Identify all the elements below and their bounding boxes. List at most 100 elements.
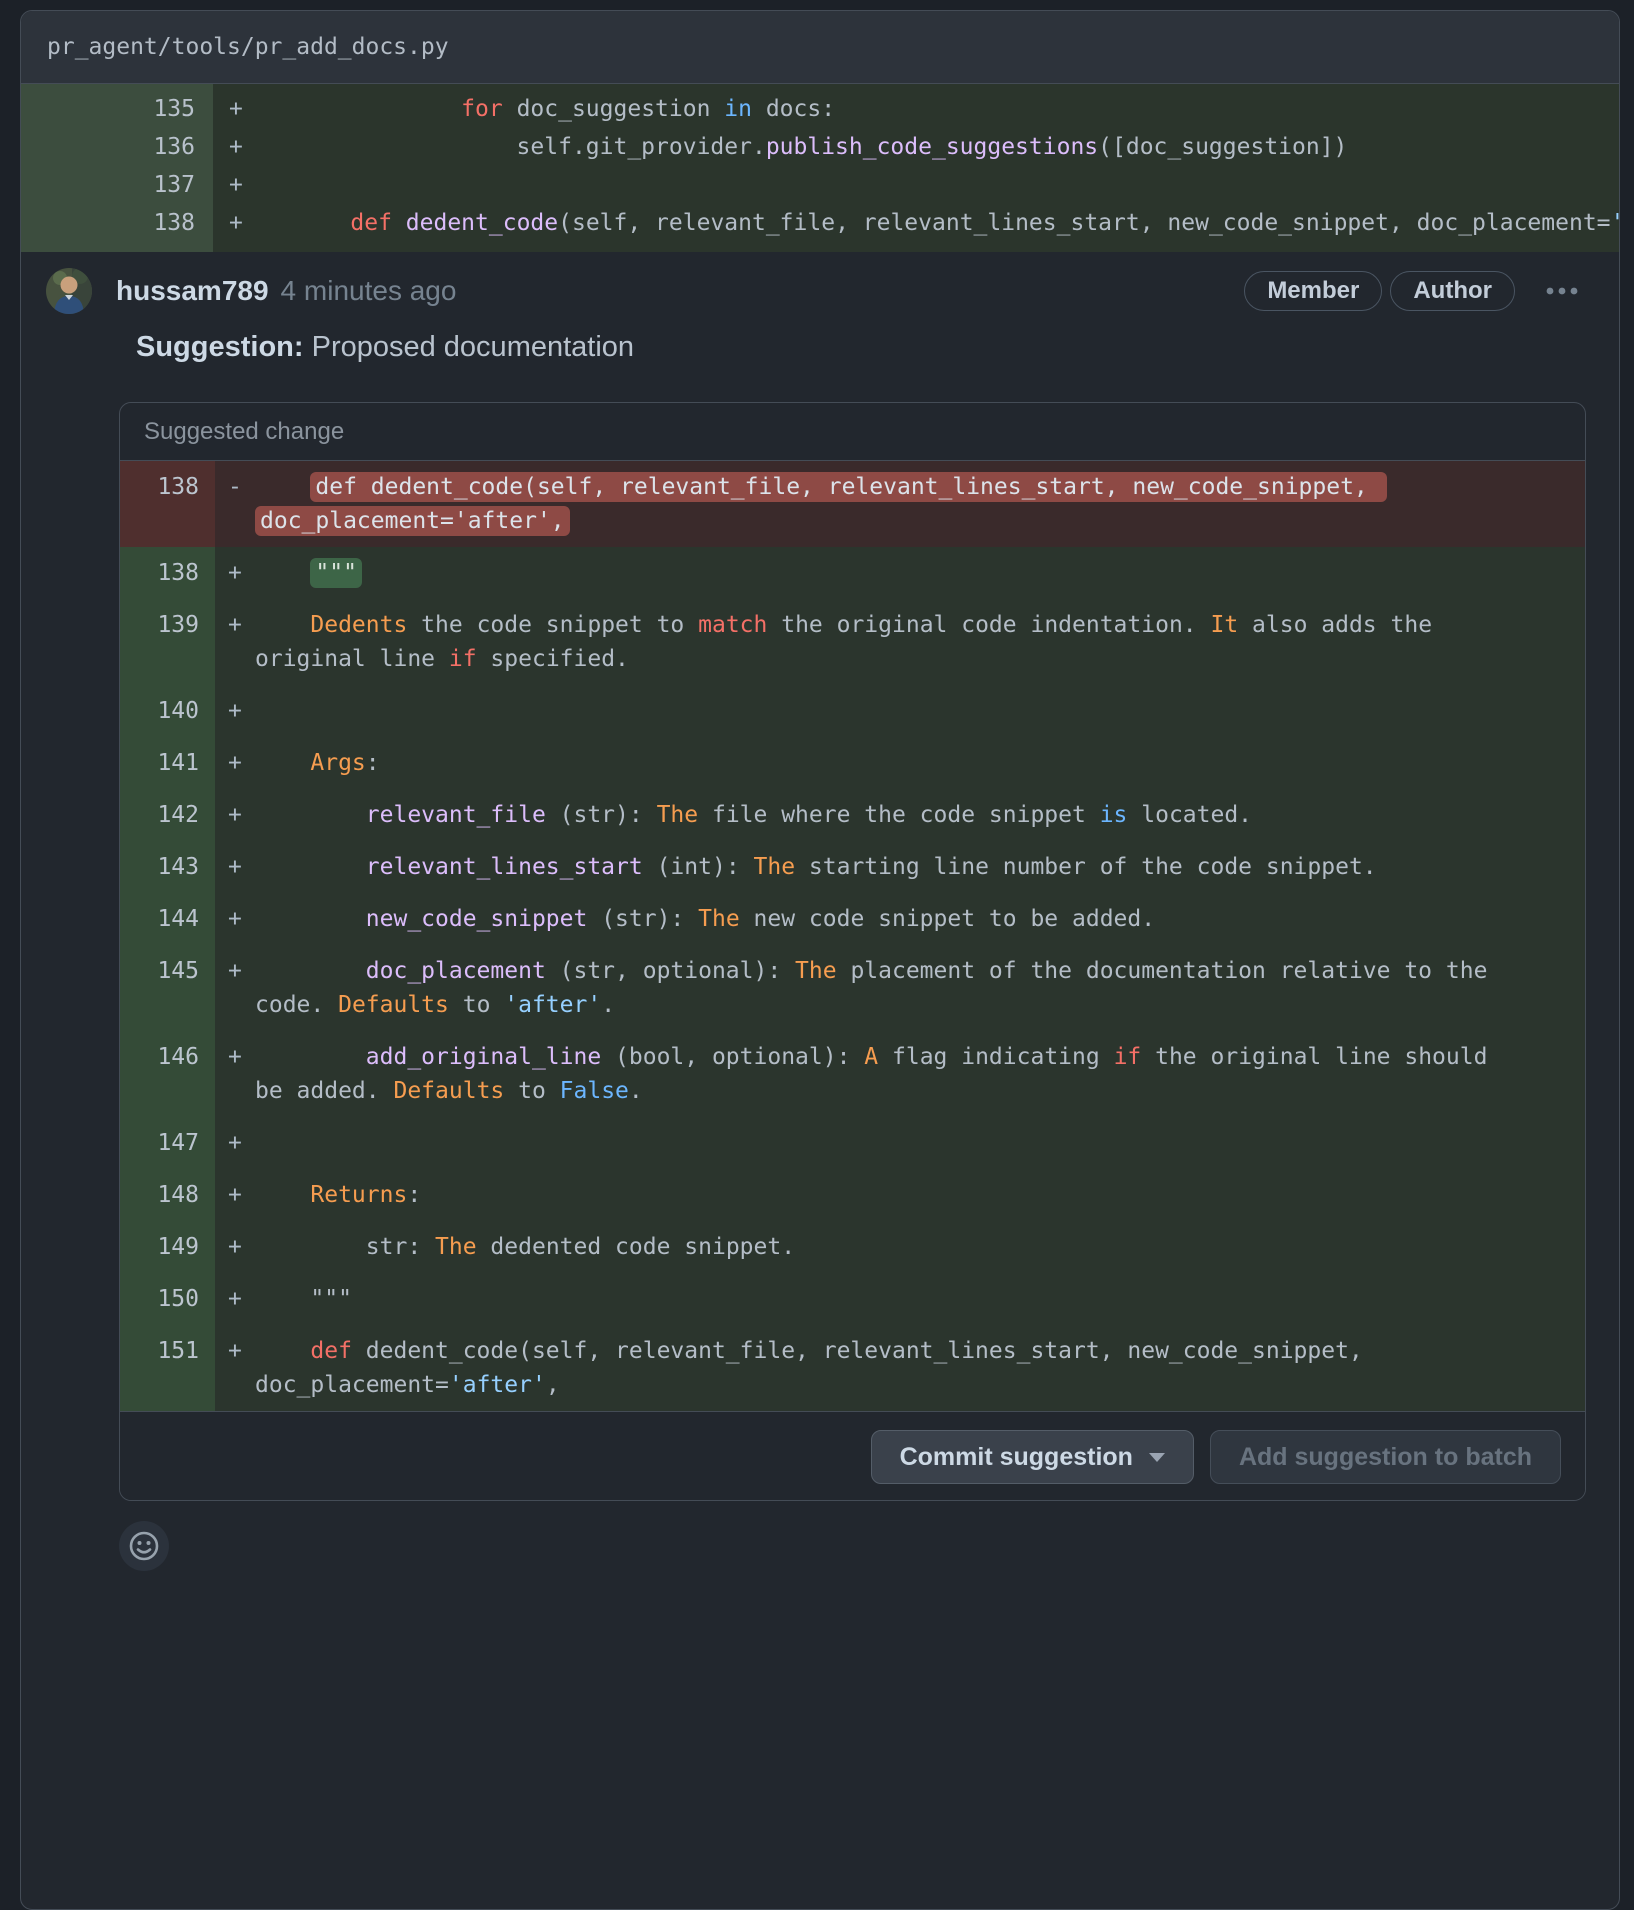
code-line: [251, 685, 1585, 737]
member-badge: Member: [1244, 271, 1382, 311]
line-number: 136: [21, 128, 213, 166]
comment-body-text: Proposed documentation: [304, 331, 635, 363]
diff-marker: +: [215, 1169, 251, 1221]
add-suggestion-to-batch-button[interactable]: Add suggestion to batch: [1210, 1430, 1561, 1484]
diff-row: 143+ relevant_lines_start (int): The sta…: [120, 841, 1585, 893]
comment-author[interactable]: hussam789: [116, 275, 269, 307]
line-number: 151: [120, 1325, 215, 1411]
diff-row: 136+ self.git_provider.publish_code_sugg…: [21, 128, 1619, 166]
comment-body-label: Suggestion:: [136, 331, 304, 363]
line-number: 150: [120, 1273, 215, 1325]
code-line: str: The dedented code snippet.: [251, 1221, 1585, 1273]
avatar[interactable]: [46, 268, 92, 314]
code-line: relevant_lines_start (int): The starting…: [251, 841, 1585, 893]
file-path: pr_agent/tools/pr_add_docs.py: [47, 34, 449, 60]
diff-marker: +: [215, 685, 251, 737]
add-suggestion-to-batch-label: Add suggestion to batch: [1239, 1443, 1532, 1472]
diff-marker: +: [215, 737, 251, 789]
diff-marker: +: [213, 90, 269, 128]
line-number: 138: [120, 461, 215, 547]
code-line: Dedents the code snippet to match the or…: [251, 599, 1585, 685]
diff-row: 150+ """: [120, 1273, 1585, 1325]
line-number: 139: [120, 599, 215, 685]
line-number: 145: [120, 945, 215, 1031]
diff-row: 137+: [21, 166, 1619, 204]
line-number: 142: [120, 789, 215, 841]
diff-row: 138+ """: [120, 547, 1585, 599]
file-path-header: pr_agent/tools/pr_add_docs.py: [21, 11, 1619, 84]
line-number: 137: [21, 166, 213, 204]
diff-row: 135+ for doc_suggestion in docs:: [21, 90, 1619, 128]
diff-marker: +: [215, 547, 251, 599]
line-number: 146: [120, 1031, 215, 1117]
line-number: 148: [120, 1169, 215, 1221]
diff-row: 140+: [120, 685, 1585, 737]
code-line: """: [251, 1273, 1585, 1325]
line-number: 138: [21, 204, 213, 242]
suggestion-actions: Commit suggestion Add suggestion to batc…: [120, 1411, 1585, 1500]
diff-row: 146+ add_original_line (bool, optional):…: [120, 1031, 1585, 1117]
diff-marker: +: [215, 1221, 251, 1273]
kebab-icon: [1545, 286, 1579, 296]
diff-marker: +: [213, 204, 269, 242]
code-line: Returns:: [251, 1169, 1585, 1221]
comment-timestamp[interactable]: 4 minutes ago: [281, 275, 457, 307]
diff-row: 144+ new_code_snippet (str): The new cod…: [120, 893, 1585, 945]
diff-marker: +: [213, 166, 269, 204]
comment-section: hussam789 4 minutes ago Member Author Su…: [21, 252, 1619, 1571]
code-line: for doc_suggestion in docs:: [269, 90, 1619, 128]
code-line: def dedent_code(self, relevant_file, rel…: [251, 461, 1585, 547]
chevron-down-icon: [1149, 1453, 1165, 1462]
avatar-image: [46, 268, 92, 314]
diff-marker: +: [215, 1325, 251, 1411]
code-line: """: [251, 547, 1585, 599]
code-line: def dedent_code(self, relevant_file, rel…: [251, 1325, 1585, 1411]
diff-row: 138- def dedent_code(self, relevant_file…: [120, 461, 1585, 547]
diff-marker: +: [215, 841, 251, 893]
code-line: def dedent_code(self, relevant_file, rel…: [269, 204, 1619, 242]
add-reaction-button[interactable]: [119, 1521, 169, 1571]
diff-marker: +: [215, 1117, 251, 1169]
line-number: 135: [21, 90, 213, 128]
comment-header-right: Member Author: [1244, 271, 1593, 311]
line-number: 144: [120, 893, 215, 945]
comment-header: hussam789 4 minutes ago Member Author: [21, 268, 1619, 314]
diff-marker: +: [215, 789, 251, 841]
code-line: new_code_snippet (str): The new code sni…: [251, 893, 1585, 945]
suggested-change-header: Suggested change: [120, 403, 1585, 461]
code-line: add_original_line (bool, optional): A fl…: [251, 1031, 1585, 1117]
author-badge: Author: [1390, 271, 1515, 311]
suggested-change-widget: Suggested change 138- def dedent_code(se…: [119, 402, 1586, 1501]
code-line: [269, 166, 1619, 204]
commit-suggestion-button[interactable]: Commit suggestion: [871, 1430, 1194, 1484]
suggested-change-diff: 138- def dedent_code(self, relevant_file…: [120, 461, 1585, 1411]
line-number: 149: [120, 1221, 215, 1273]
diff-row: 142+ relevant_file (str): The file where…: [120, 789, 1585, 841]
diff-row: 141+ Args:: [120, 737, 1585, 789]
diff-marker: +: [215, 945, 251, 1031]
diff-marker: +: [215, 1031, 251, 1117]
diff-row: 149+ str: The dedented code snippet.: [120, 1221, 1585, 1273]
diff-marker: -: [215, 461, 251, 547]
commit-suggestion-label: Commit suggestion: [900, 1443, 1133, 1472]
diff-row: 139+ Dedents the code snippet to match t…: [120, 599, 1585, 685]
comment-body: Suggestion: Proposed documentation: [21, 314, 1619, 364]
diff-marker: +: [215, 1273, 251, 1325]
line-number: 141: [120, 737, 215, 789]
diff-row: 151+ def dedent_code(self, relevant_file…: [120, 1325, 1585, 1411]
code-line: relevant_file (str): The file where the …: [251, 789, 1585, 841]
diff-row: 138+ def dedent_code(self, relevant_file…: [21, 204, 1619, 242]
line-number: 143: [120, 841, 215, 893]
code-line: Args:: [251, 737, 1585, 789]
code-diff-context: 135+ for doc_suggestion in docs:136+ sel…: [21, 84, 1619, 252]
diff-marker: +: [215, 599, 251, 685]
code-line: self.git_provider.publish_code_suggestio…: [269, 128, 1619, 166]
smiley-icon: [128, 1530, 160, 1562]
pr-review-comment-card: pr_agent/tools/pr_add_docs.py 135+ for d…: [20, 10, 1620, 1910]
line-number: 138: [120, 547, 215, 599]
diff-row: 148+ Returns:: [120, 1169, 1585, 1221]
code-line: doc_placement (str, optional): The place…: [251, 945, 1585, 1031]
comment-options-button[interactable]: [1545, 286, 1579, 296]
diff-marker: +: [213, 128, 269, 166]
diff-row: 147+: [120, 1117, 1585, 1169]
